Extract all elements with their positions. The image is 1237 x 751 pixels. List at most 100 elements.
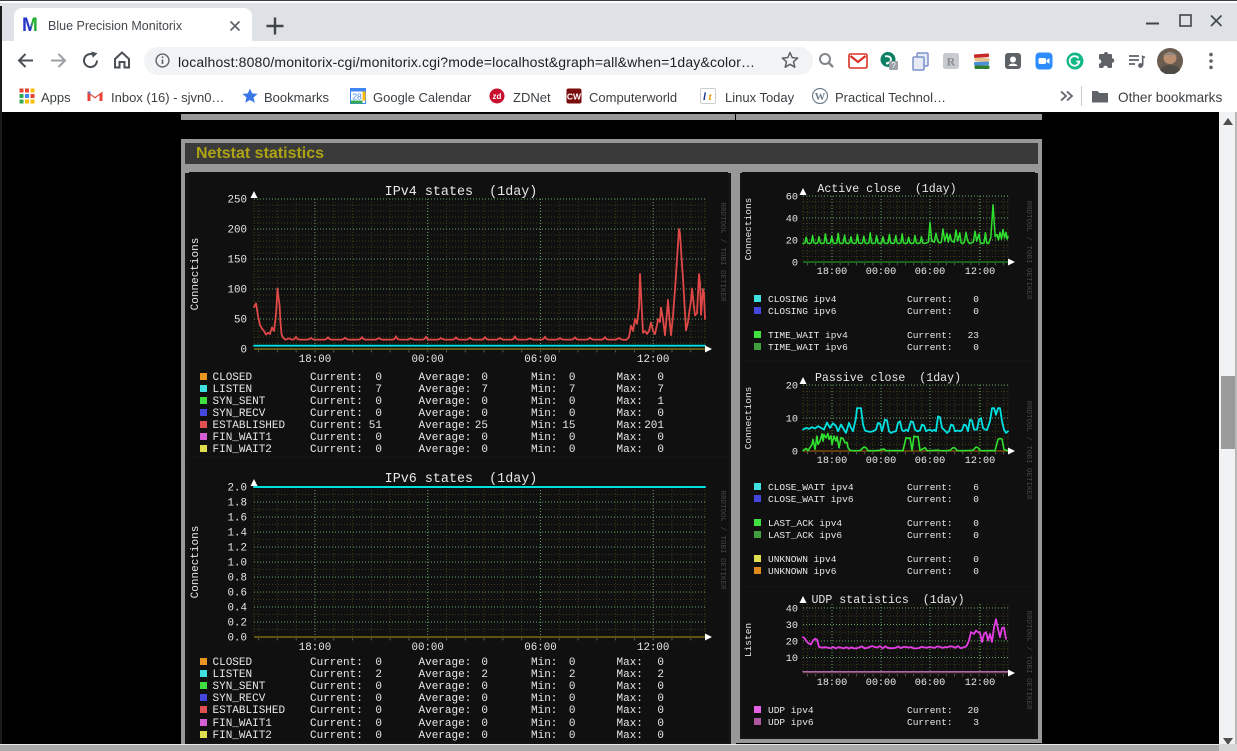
svg-text:Current:: Current: bbox=[310, 408, 363, 420]
svg-text:7: 7 bbox=[569, 384, 576, 396]
svg-text:18:00: 18:00 bbox=[817, 678, 848, 689]
svg-text:Max:: Max: bbox=[617, 396, 643, 408]
svg-text:25: 25 bbox=[475, 420, 488, 432]
svg-text:Max:: Max: bbox=[617, 444, 643, 456]
svg-text:Current:: Current: bbox=[907, 306, 953, 317]
svg-text:Current:: Current: bbox=[907, 494, 953, 505]
svg-text:Current:: Current: bbox=[310, 432, 363, 444]
svg-text:2: 2 bbox=[657, 669, 664, 681]
svg-text:Average:: Average: bbox=[419, 657, 472, 669]
svg-text:CLOSE_WAIT ipv4: CLOSE_WAIT ipv4 bbox=[768, 482, 854, 493]
svg-text:Current:: Current: bbox=[907, 705, 953, 716]
svg-text:15: 15 bbox=[562, 420, 575, 432]
svg-text:0: 0 bbox=[481, 705, 488, 717]
svg-text:Connections: Connections bbox=[743, 387, 754, 450]
svg-text:Min:: Min: bbox=[531, 372, 557, 384]
svg-text:0: 0 bbox=[375, 657, 382, 669]
svg-text:Min:: Min: bbox=[531, 432, 557, 444]
svg-text:0: 0 bbox=[375, 432, 382, 444]
svg-text:0: 0 bbox=[657, 408, 664, 420]
svg-text:Current:: Current: bbox=[310, 681, 363, 693]
svg-text:zd: zd bbox=[493, 92, 502, 101]
svg-text:FIN_WAIT1: FIN_WAIT1 bbox=[213, 718, 273, 730]
svg-text:Current:: Current: bbox=[907, 566, 953, 577]
svg-text:3: 3 bbox=[973, 717, 979, 728]
svg-text:0.0: 0.0 bbox=[228, 633, 247, 645]
svg-text:0: 0 bbox=[657, 718, 664, 730]
svg-text:0: 0 bbox=[481, 372, 488, 384]
svg-text:18:00: 18:00 bbox=[817, 267, 848, 278]
svg-text:0: 0 bbox=[973, 494, 979, 505]
svg-text:0: 0 bbox=[375, 681, 382, 693]
svg-text:1.2: 1.2 bbox=[228, 543, 247, 555]
svg-text:Average:: Average: bbox=[419, 444, 472, 456]
svg-text:Current:: Current: bbox=[310, 396, 363, 408]
svg-text:2: 2 bbox=[481, 669, 488, 681]
svg-text:TIME_WAIT ipv4: TIME_WAIT ipv4 bbox=[768, 330, 848, 341]
svg-text:00:00: 00:00 bbox=[411, 642, 443, 654]
svg-text:Min:: Min: bbox=[531, 408, 557, 420]
svg-text:Average:: Average: bbox=[419, 432, 472, 444]
svg-text:10: 10 bbox=[786, 654, 798, 665]
svg-text:FIN_WAIT1: FIN_WAIT1 bbox=[213, 432, 273, 444]
svg-text:Current:: Current: bbox=[907, 717, 953, 728]
svg-text:Current:: Current: bbox=[310, 669, 363, 681]
svg-text:Average:: Average: bbox=[419, 372, 472, 384]
svg-text:Average:: Average: bbox=[419, 693, 472, 705]
svg-text:7: 7 bbox=[657, 384, 664, 396]
svg-text:Max:: Max: bbox=[617, 693, 643, 705]
svg-text:Max:: Max: bbox=[617, 730, 643, 742]
svg-text:RRDTOOL / TOBI OETIKER: RRDTOOL / TOBI OETIKER bbox=[1024, 400, 1032, 500]
svg-text:Current:: Current: bbox=[907, 294, 953, 305]
svg-text:Average:: Average: bbox=[419, 408, 472, 420]
svg-text:Average:: Average: bbox=[419, 705, 472, 717]
svg-text:Average:: Average: bbox=[419, 669, 472, 681]
svg-text:06:00: 06:00 bbox=[915, 456, 946, 467]
svg-text:0: 0 bbox=[569, 408, 576, 420]
svg-text:UNKNOWN ipv6: UNKNOWN ipv6 bbox=[768, 566, 837, 577]
svg-text:Max:: Max: bbox=[617, 657, 643, 669]
svg-text:Min:: Min: bbox=[531, 730, 557, 742]
svg-text:Min:: Min: bbox=[531, 693, 557, 705]
svg-text:SYN_RECV: SYN_RECV bbox=[213, 693, 266, 705]
svg-text:00:00: 00:00 bbox=[866, 678, 897, 689]
svg-text:RRDTOOL / TOBI OETIKER: RRDTOOL / TOBI OETIKER bbox=[1024, 610, 1032, 710]
svg-text:CLOSE_WAIT ipv6: CLOSE_WAIT ipv6 bbox=[768, 494, 854, 505]
svg-text:12:00: 12:00 bbox=[965, 456, 996, 467]
svg-text:12:00: 12:00 bbox=[637, 354, 669, 366]
svg-text:ESTABLISHED: ESTABLISHED bbox=[213, 420, 286, 432]
svg-text:0: 0 bbox=[241, 345, 247, 357]
svg-text:0: 0 bbox=[569, 432, 576, 444]
svg-text:Current:: Current: bbox=[310, 705, 363, 717]
svg-text:12:00: 12:00 bbox=[637, 642, 669, 654]
svg-text:0: 0 bbox=[481, 718, 488, 730]
svg-text:Listen: Listen bbox=[743, 623, 754, 657]
svg-text:Max:: Max: bbox=[617, 384, 643, 396]
svg-text:SYN_RECV: SYN_RECV bbox=[213, 408, 266, 420]
svg-text:0.8: 0.8 bbox=[228, 573, 247, 585]
svg-text:Average:: Average: bbox=[419, 730, 472, 742]
svg-text:Average:: Average: bbox=[419, 396, 472, 408]
svg-text:Min:: Min: bbox=[531, 384, 557, 396]
svg-text:Max:: Max: bbox=[617, 420, 643, 432]
svg-text:0: 0 bbox=[973, 530, 979, 541]
svg-text:IPv4 states (1day): IPv4 states (1day) bbox=[385, 185, 538, 200]
svg-text:Connections: Connections bbox=[190, 526, 202, 599]
svg-text:0: 0 bbox=[375, 396, 382, 408]
svg-text:SYN_SENT: SYN_SENT bbox=[213, 681, 266, 693]
svg-text:00:00: 00:00 bbox=[866, 267, 897, 278]
svg-text:1.6: 1.6 bbox=[228, 513, 247, 525]
svg-text:0.6: 0.6 bbox=[228, 588, 247, 600]
svg-text:10: 10 bbox=[786, 415, 798, 426]
svg-text:1.0: 1.0 bbox=[228, 558, 247, 570]
svg-text:Current:: Current: bbox=[310, 384, 363, 396]
svg-text:Max:: Max: bbox=[617, 372, 643, 384]
svg-text:Max:: Max: bbox=[617, 718, 643, 730]
svg-text:Current:: Current: bbox=[310, 730, 363, 742]
svg-text:0: 0 bbox=[657, 730, 664, 742]
svg-text:CLOSING ipv4: CLOSING ipv4 bbox=[768, 294, 837, 305]
svg-text:0: 0 bbox=[375, 705, 382, 717]
svg-text:06:00: 06:00 bbox=[915, 678, 946, 689]
svg-text:20: 20 bbox=[786, 382, 798, 393]
svg-text:0: 0 bbox=[481, 444, 488, 456]
